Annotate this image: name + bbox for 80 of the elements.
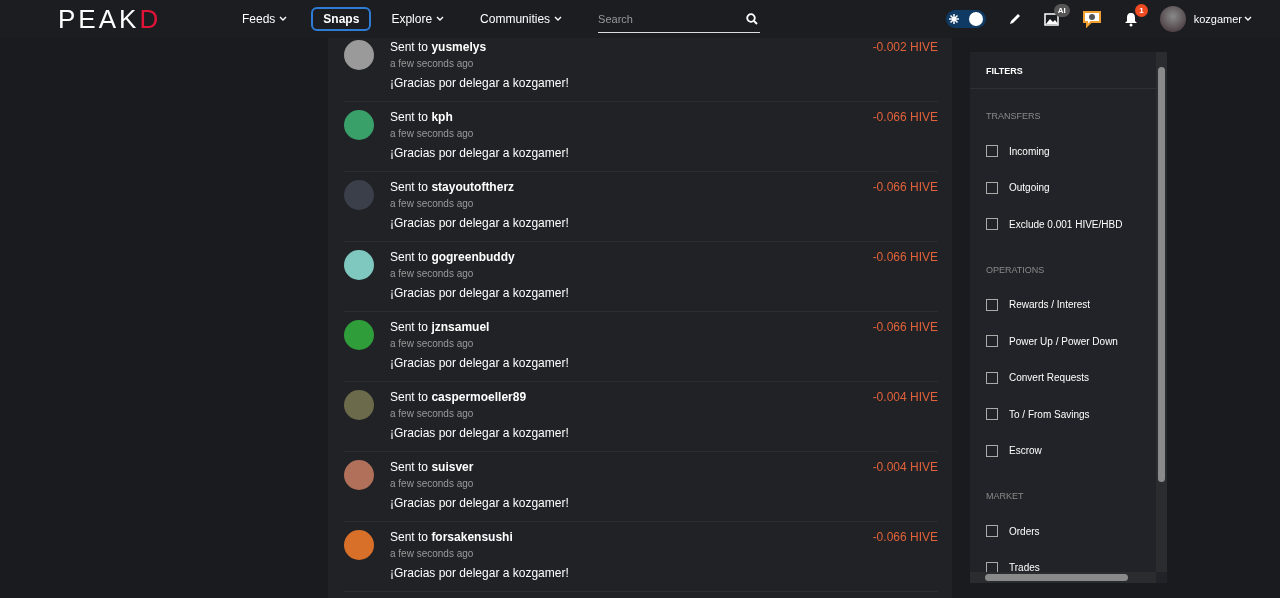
checkbox[interactable] (986, 408, 998, 421)
nav-link[interactable]: Communities (468, 7, 575, 31)
user-avatar[interactable] (344, 40, 374, 70)
section-heading: TRANSFERS (985, 110, 1042, 123)
chat-icon[interactable] (1081, 10, 1102, 28)
nav-link[interactable]: Explore (379, 7, 457, 31)
timestamp: a few seconds ago (390, 128, 475, 139)
vertical-scrollbar[interactable] (1156, 52, 1167, 572)
transfer-title: Sent to gogreenbuddy (390, 250, 516, 264)
logo[interactable]: PEAKD (58, 3, 230, 35)
memo-text: ¡Gracias por delegar a kozgamer! (390, 496, 570, 510)
amount: -0.066 HIVE (872, 320, 938, 336)
image-icon[interactable] (1043, 12, 1060, 26)
user-avatar[interactable] (344, 530, 374, 560)
filter-label: Escrow (1009, 445, 1042, 457)
theme-toggle[interactable] (945, 10, 986, 28)
bell-icon[interactable] (1123, 11, 1138, 27)
checkbox[interactable] (986, 145, 998, 158)
amount: -0.066 HIVE (872, 530, 938, 546)
pencil-icon[interactable] (1007, 12, 1022, 26)
timestamp: a few seconds ago (390, 478, 475, 489)
filter-label: Trades (1009, 562, 1040, 574)
timestamp: a few seconds ago (390, 548, 475, 559)
checkbox[interactable] (986, 444, 998, 457)
filter-label: Outgoing (1009, 182, 1050, 194)
section-heading: OPERATIONS (985, 263, 1046, 277)
caret-icon (1244, 16, 1252, 22)
filter-label: To / From Savings (1009, 408, 1090, 420)
user-avatar[interactable] (1159, 6, 1186, 32)
checkbox[interactable] (986, 218, 998, 231)
memo-text: ¡Gracias por delegar a kozgamer! (390, 76, 570, 90)
user-avatar[interactable] (344, 320, 374, 350)
amount: -0.002 HIVE (872, 40, 938, 56)
search-field[interactable]: Search (598, 5, 761, 33)
search-icon[interactable] (746, 13, 759, 25)
user-avatar[interactable] (344, 250, 374, 280)
amount: -0.004 HIVE (872, 390, 938, 406)
notification-badge: 1 (1135, 3, 1148, 17)
transfer-title: Sent to stayoutoftherz (390, 180, 516, 194)
timestamp: a few seconds ago (390, 198, 475, 209)
nav-link[interactable]: Feeds (230, 7, 300, 31)
amount: -0.066 HIVE (872, 250, 938, 266)
section-heading: MARKET (985, 490, 1025, 503)
checkbox[interactable] (986, 181, 998, 194)
ai-badge: AI (1053, 4, 1070, 17)
memo-text: ¡Gracias por delegar a kozgamer! (390, 216, 570, 230)
user-avatar[interactable] (344, 110, 374, 140)
memo-text: ¡Gracias por delegar a kozgamer! (390, 286, 570, 300)
nav-link[interactable]: Snaps (311, 7, 372, 31)
filter-label: Incoming (1009, 145, 1050, 157)
horizontal-scrollbar[interactable] (970, 572, 1156, 583)
checkbox[interactable] (986, 371, 998, 384)
filter-label: Power Up / Power Down (1009, 335, 1118, 347)
amount: -0.004 HIVE (872, 460, 938, 476)
timestamp: a few seconds ago (390, 408, 475, 419)
filter-label: Orders (1009, 525, 1040, 537)
user-avatar[interactable] (344, 460, 374, 490)
transfer-title: Sent to kph (390, 110, 454, 124)
memo-text: ¡Gracias por delegar a kozgamer! (390, 426, 570, 440)
transfer-title: Sent to suisver (390, 460, 475, 474)
checkbox[interactable] (986, 525, 998, 538)
checkbox[interactable] (986, 335, 998, 348)
amount: -0.066 HIVE (872, 180, 938, 196)
filter-label: Exclude 0.001 HIVE/HBD (1009, 218, 1123, 230)
checkbox[interactable] (986, 298, 998, 311)
amount: -0.066 HIVE (872, 110, 938, 126)
memo-text: ¡Gracias por delegar a kozgamer! (390, 146, 570, 160)
username-menu[interactable]: kozgamer (1193, 13, 1252, 25)
transfer-title: Sent to jznsamuel (390, 320, 491, 334)
memo-text: ¡Gracias por delegar a kozgamer! (390, 356, 570, 370)
filter-label: Convert Requests (1009, 372, 1090, 384)
transfer-title: Sent to caspermoeller89 (390, 390, 528, 404)
transfer-title: Sent to yusmelys (390, 40, 488, 54)
timestamp: a few seconds ago (390, 338, 475, 349)
timestamp: a few seconds ago (390, 58, 475, 69)
memo-text: ¡Gracias por delegar a kozgamer! (390, 566, 570, 580)
filter-label: Rewards / Interest (1009, 299, 1091, 311)
transfer-title: Sent to forsakensushi (390, 530, 514, 544)
timestamp: a few seconds ago (390, 268, 475, 279)
sun-icon (948, 14, 959, 24)
